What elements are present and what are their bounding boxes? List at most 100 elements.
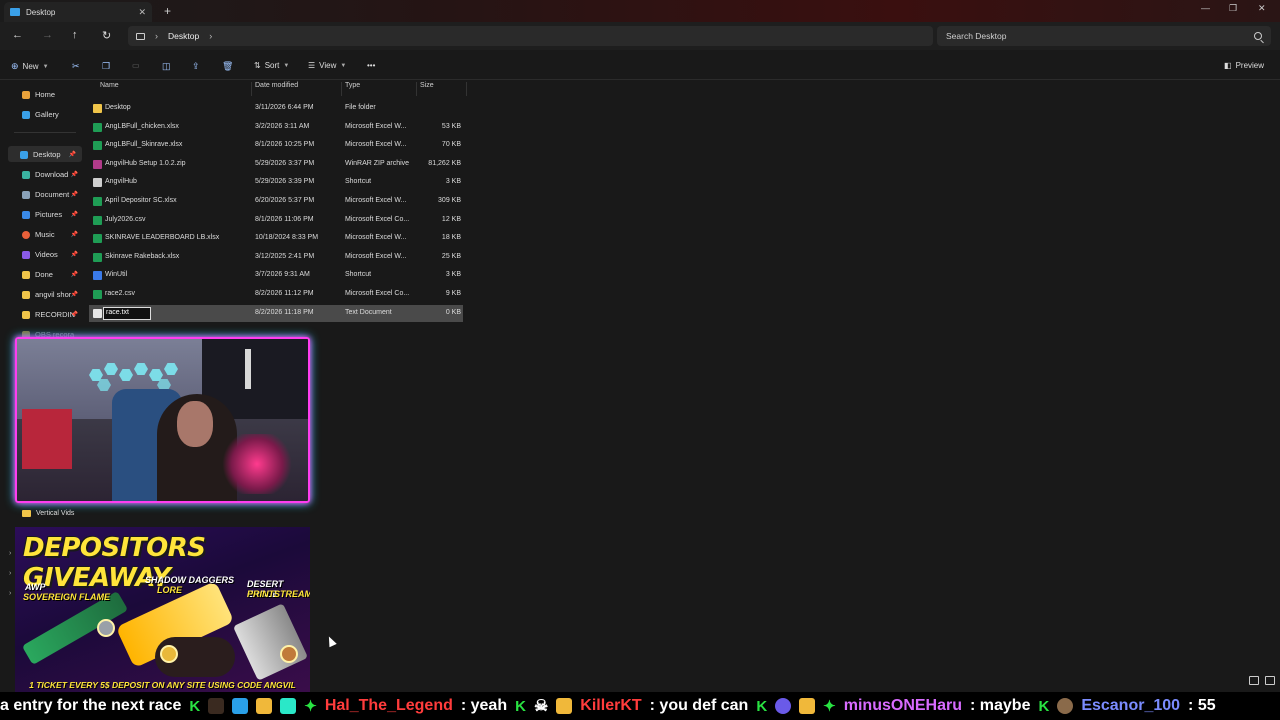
music-icon xyxy=(22,230,30,239)
file-icon xyxy=(93,122,102,132)
back-button[interactable]: ← xyxy=(12,29,23,41)
search-input[interactable]: Search Desktop xyxy=(937,26,1271,46)
new-tab-button[interactable]: + xyxy=(164,4,171,18)
file-row[interactable]: race2.csv 8/2/2026 11:12 PM Microsoft Exce… xyxy=(89,286,463,303)
sidebar-item-document[interactable]: Document 📌 xyxy=(22,190,80,199)
column-divider[interactable] xyxy=(341,82,342,96)
sidebar-item-home[interactable]: Home xyxy=(22,90,80,99)
document-icon xyxy=(22,190,30,199)
rename-button[interactable]: ◫ xyxy=(162,61,171,72)
deagle-skin: PRINTSTREAM xyxy=(247,589,310,599)
file-row[interactable]: Desktop 3/11/2026 6:44 PM File folder xyxy=(89,100,463,117)
cut-button[interactable]: ✂ xyxy=(72,61,80,72)
breadcrumb-desktop[interactable]: Desktop xyxy=(168,31,199,41)
up-button[interactable]: ↑ xyxy=(72,29,78,41)
file-row[interactable]: Skinrave Rakeback.xlsx 3/12/2025 2:41 PM M… xyxy=(89,249,463,266)
file-row[interactable]: AngvilHub 5/29/2026 3:39 PM Shortcut 3 KB xyxy=(89,174,463,191)
monitor-icon xyxy=(136,32,145,40)
file-name: AngvilHub xyxy=(105,178,137,186)
sidebar-item-videos[interactable]: Videos 📌 xyxy=(22,250,80,259)
file-row[interactable]: July2026.csv 8/1/2026 11:06 PM Microsoft E… xyxy=(89,212,463,229)
sort-button[interactable]: ⇅ Sort ▼ xyxy=(254,61,289,70)
minimize-button[interactable]: — xyxy=(1201,3,1210,13)
file-name: race2.csv xyxy=(105,290,135,297)
new-button[interactable]: ⊕ New ▼ xyxy=(11,61,49,72)
sidebar-item-label: Download xyxy=(35,170,69,179)
file-size: 18 KB xyxy=(441,234,461,242)
sidebar-item-download[interactable]: Download 📌 xyxy=(22,170,80,179)
folder-icon xyxy=(10,8,20,16)
red-box xyxy=(22,409,72,469)
breadcrumb[interactable]: › Desktop › xyxy=(128,26,933,46)
file-row[interactable]: April Depositor SC.xlsx 6/20/2026 5:37 PM… xyxy=(89,193,463,210)
share-icon: ⇪ xyxy=(192,61,200,71)
sidebar-item-done[interactable]: Done 📌 xyxy=(22,270,80,279)
column-divider[interactable] xyxy=(251,82,252,96)
file-row[interactable]: AngLBFull_Skinrave.xlsx 8/1/2026 10:25 PM… xyxy=(89,137,463,154)
column-divider[interactable] xyxy=(466,82,467,96)
chevron-right-icon[interactable]: › xyxy=(209,31,212,41)
file-row[interactable]: AngvilHub Setup 1.0.2.zip 5/29/2026 3:37 … xyxy=(89,156,463,173)
file-type: Microsoft Excel Co... xyxy=(345,215,410,223)
details-view-icon[interactable] xyxy=(1249,676,1259,685)
preview-button[interactable]: ◧ Preview xyxy=(1224,61,1264,70)
column-header-size[interactable]: Size xyxy=(420,82,434,96)
tiles-view-icon[interactable] xyxy=(1265,676,1275,685)
copy-button[interactable]: ❐ xyxy=(102,61,110,72)
badge-icon xyxy=(232,698,249,714)
avatar-icon xyxy=(775,698,792,714)
maximize-button[interactable]: ❐ xyxy=(1229,3,1237,14)
file-name: April Depositor SC.xlsx xyxy=(105,197,177,204)
tab-desktop[interactable]: Desktop ✕ xyxy=(4,2,152,22)
sidebar-item-angvil-shorts[interactable]: angvil shor 📌 xyxy=(22,290,80,299)
chevron-down-icon: ▼ xyxy=(283,62,290,69)
awp-skin: SOVEREIGN FLAME xyxy=(23,592,111,602)
more-button[interactable]: ••• xyxy=(367,61,375,70)
delete-button[interactable]: 🗑 xyxy=(222,61,233,72)
rename-input[interactable]: race.txt xyxy=(103,306,151,320)
close-window-button[interactable]: ✕ xyxy=(1258,3,1266,14)
file-type: Microsoft Excel W... xyxy=(345,122,407,130)
file-row[interactable]: SKINRAVE LEADERBOARD LB.xlsx 10/18/2024 8… xyxy=(89,230,463,247)
file-date: 5/29/2026 3:39 PM xyxy=(255,178,315,186)
kick-icon: K xyxy=(515,697,526,715)
file-size: 9 KB xyxy=(445,290,461,297)
sidebar-item-music[interactable]: Music 📌 xyxy=(22,230,80,239)
file-type: Microsoft Excel W... xyxy=(345,252,407,260)
chevron-right-icon[interactable]: › xyxy=(9,570,11,577)
column-header-date[interactable]: Date modified xyxy=(255,82,298,96)
paste-button[interactable]: ▭ xyxy=(132,61,140,70)
sidebar-item-gallery[interactable]: Gallery xyxy=(22,110,80,119)
pin-icon: 📌 xyxy=(70,192,78,198)
sidebar-item-recordings[interactable]: RECORDIN 📌 xyxy=(22,310,80,319)
share-button[interactable]: ⇪ xyxy=(192,61,200,72)
giveaway-banner: DEPOSITORS GIVEAWAY AWP SOVEREIGN FLAME … xyxy=(15,527,310,692)
chevron-right-icon[interactable]: › xyxy=(9,590,11,597)
file-size: 70 KB xyxy=(441,141,461,149)
preview-pane-icon: ◧ xyxy=(1224,61,1232,70)
file-size: 25 KB xyxy=(441,252,461,260)
column-header-type[interactable]: Type xyxy=(345,82,360,96)
file-row[interactable]: race.txt 8/2/2026 11:18 PM Text Document 0 … xyxy=(89,304,463,322)
forward-button[interactable]: → xyxy=(42,29,53,41)
file-size: 3 KB xyxy=(445,271,461,279)
silver-medal-icon xyxy=(97,619,115,637)
view-button[interactable]: ☰ View ▼ xyxy=(308,61,346,70)
paste-icon: ▭ xyxy=(132,61,140,70)
new-label: New xyxy=(22,62,39,71)
refresh-button[interactable]: ↻ xyxy=(102,29,111,42)
folder-vertical-vids[interactable]: Vertical Vids xyxy=(22,510,74,517)
column-header-name[interactable]: Name xyxy=(100,82,119,96)
file-row[interactable]: AngLBFull_chicken.xlsx 3/2/2026 3:11 AM Mi… xyxy=(89,119,463,136)
close-tab-button[interactable]: ✕ xyxy=(138,7,146,18)
file-size: 81,262 KB xyxy=(428,159,461,167)
plus-circle-icon: ⊕ xyxy=(11,61,19,71)
column-divider[interactable] xyxy=(416,82,417,96)
sidebar-item-label: Gallery xyxy=(35,110,59,119)
chevron-right-icon[interactable]: › xyxy=(9,550,11,557)
file-type: Microsoft Excel Co... xyxy=(345,290,410,297)
sidebar-item-desktop[interactable]: Desktop 📌 xyxy=(20,150,78,159)
file-row[interactable]: WinUtil 3/7/2026 9:31 AM Shortcut 3 KB xyxy=(89,267,463,284)
sidebar-item-pictures[interactable]: Pictures 📌 xyxy=(22,210,80,219)
rename-icon: ◫ xyxy=(162,61,171,71)
